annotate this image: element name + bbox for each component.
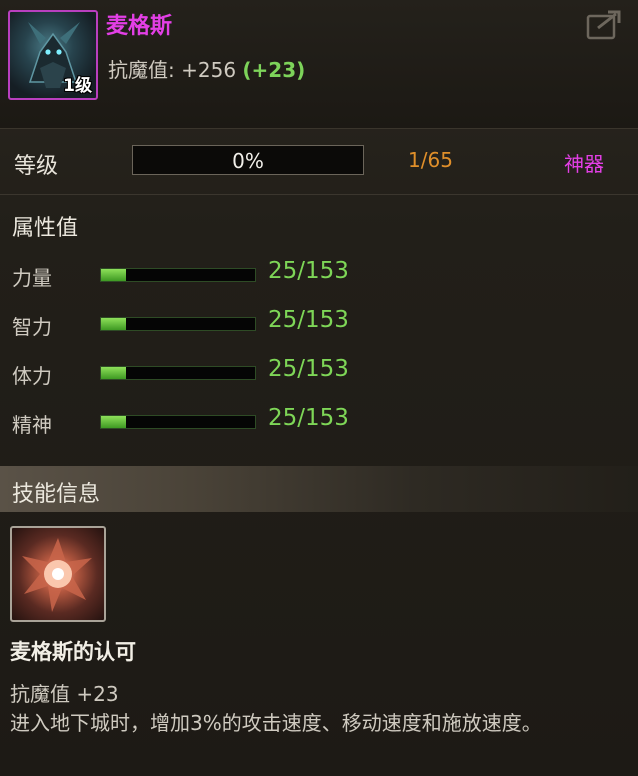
item-level-badge: 1级 — [63, 76, 92, 96]
stat-bonus: (+23) — [242, 58, 306, 82]
level-count: 1/65 — [408, 148, 453, 172]
attribute-value: 25/153 — [268, 356, 349, 382]
stat-label: 抗魔值: — [108, 58, 175, 82]
attribute-bar-fill — [101, 416, 127, 428]
attributes-title: 属性值 — [12, 216, 79, 241]
level-row: 等级 0% 1/65 神器 — [0, 140, 638, 184]
skill-name: 麦格斯的认可 — [10, 640, 136, 664]
skill-stat: 抗魔值 +23 — [10, 682, 119, 706]
share-icon — [586, 10, 621, 40]
level-progress-bar: 0% — [132, 145, 364, 175]
attribute-bar — [100, 415, 256, 429]
attribute-bar-fill — [101, 269, 127, 281]
attribute-value: 25/153 — [268, 258, 349, 284]
level-label: 等级 — [14, 154, 59, 179]
attribute-bar-fill — [101, 318, 127, 330]
item-main-stat: 抗魔值: +256 (+23) — [108, 54, 305, 83]
item-detail-panel: 1级 麦格斯 抗魔值: +256 (+23) 等级 0% 1/65 神器 属性值… — [0, 0, 638, 776]
fire-burst-icon — [22, 538, 92, 612]
attribute-value: 25/153 — [268, 307, 349, 333]
item-portrait[interactable]: 1级 — [8, 10, 98, 100]
attribute-name: 体力 — [12, 364, 52, 388]
attribute-bar — [100, 268, 256, 282]
attribute-row: 力量 25/153 — [0, 258, 638, 294]
attribute-row: 体力 25/153 — [0, 356, 638, 392]
stat-value: +256 — [181, 58, 237, 82]
attribute-bar — [100, 317, 256, 331]
skill-description: 进入地下城时，增加3%的攻击速度、移动速度和施放速度。 — [10, 711, 542, 735]
skill-icon[interactable] — [10, 526, 106, 622]
attribute-row: 智力 25/153 — [0, 307, 638, 343]
rarity-label: 神器 — [564, 152, 604, 176]
level-progress-text: 0% — [232, 149, 264, 173]
divider — [0, 194, 638, 195]
skill-title: 技能信息 — [12, 482, 101, 507]
item-name: 麦格斯 — [106, 14, 173, 39]
attribute-name: 精神 — [12, 413, 52, 437]
attribute-name: 智力 — [12, 315, 52, 339]
item-header: 1级 麦格斯 抗魔值: +256 (+23) — [0, 0, 638, 129]
attribute-row: 精神 25/153 — [0, 405, 638, 441]
attribute-name: 力量 — [12, 266, 52, 290]
skill-section-header: 技能信息 — [0, 466, 638, 512]
attribute-bar-fill — [101, 367, 127, 379]
attribute-bar — [100, 366, 256, 380]
attribute-value: 25/153 — [268, 405, 349, 431]
share-button[interactable] — [584, 8, 624, 42]
